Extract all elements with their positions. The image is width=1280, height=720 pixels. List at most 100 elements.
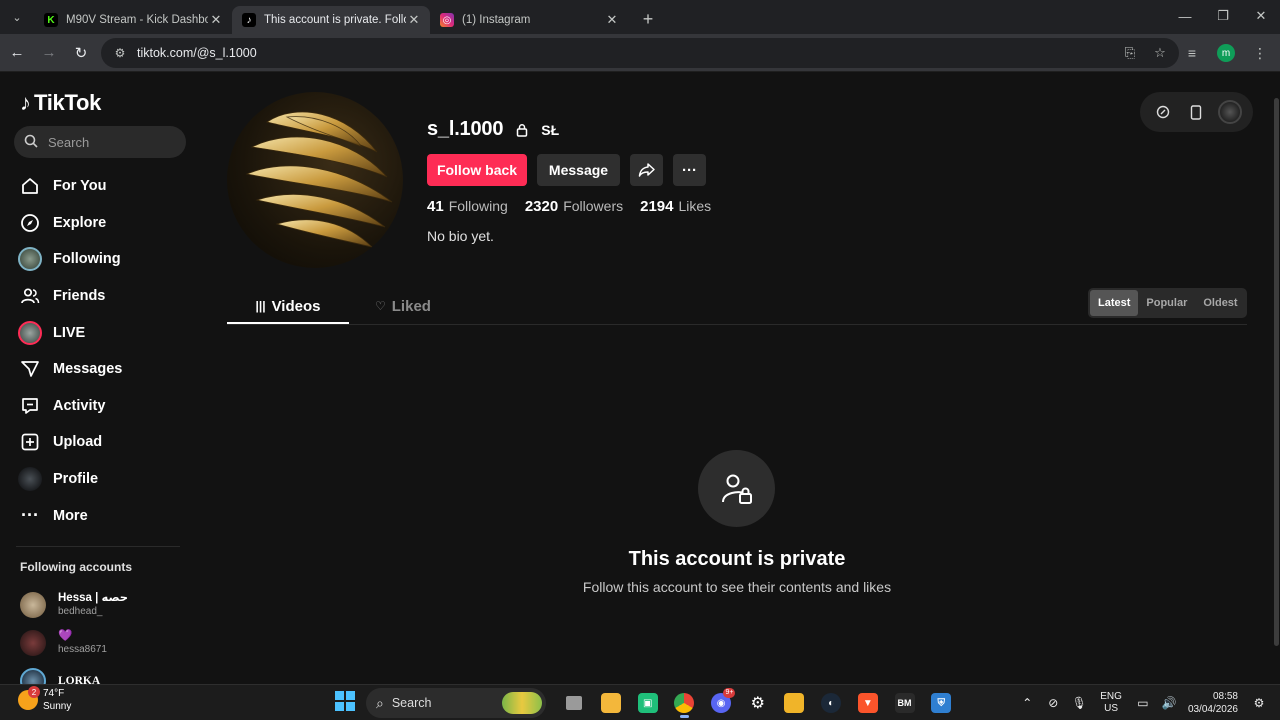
tab-title: (1) Instagram bbox=[462, 14, 531, 26]
stat-followers[interactable]: 2320 Followers bbox=[525, 198, 623, 215]
coins-icon[interactable] bbox=[1152, 101, 1174, 123]
task-view-icon[interactable] bbox=[556, 687, 593, 719]
notification-settings-icon[interactable]: ⚙ bbox=[1246, 690, 1272, 716]
bookmark-star-icon[interactable]: ☆ bbox=[1149, 42, 1171, 64]
ellipsis-icon: ··· bbox=[682, 161, 697, 179]
tab-label: Liked bbox=[391, 297, 431, 315]
stat-following[interactable]: 41 Following bbox=[427, 198, 508, 215]
tab-close-icon[interactable]: ✕ bbox=[604, 12, 620, 28]
sidebar-item-label: Explore bbox=[53, 214, 107, 231]
upload-icon bbox=[16, 428, 44, 456]
tab-title: This account is private. Follow t bbox=[264, 14, 406, 26]
scrollbar-thumb[interactable] bbox=[1274, 98, 1279, 646]
sidebar-item-upload[interactable]: Upload bbox=[16, 424, 186, 461]
display-icon[interactable]: ▭ bbox=[1130, 690, 1156, 716]
following-account-item[interactable]: 💜 hessa8671 bbox=[20, 624, 128, 662]
tab-title: M90V Stream - Kick Dashboard bbox=[66, 14, 208, 26]
tiktok-logo[interactable]: ♪ TikTok bbox=[20, 90, 101, 116]
discord-icon[interactable]: ◉ 9+ bbox=[703, 687, 740, 719]
private-account-icon bbox=[698, 450, 775, 527]
sidebar-divider bbox=[16, 546, 180, 547]
browser-tab-instagram[interactable]: ◎ (1) Instagram ✕ bbox=[430, 6, 628, 34]
microphone-icon[interactable]: 🎙 bbox=[1066, 690, 1092, 716]
private-subtitle: Follow this account to see their content… bbox=[582, 579, 892, 595]
sort-latest[interactable]: Latest bbox=[1090, 290, 1139, 316]
windows-start-icon[interactable] bbox=[335, 691, 355, 711]
sidebar-item-for-you[interactable]: For You bbox=[16, 168, 186, 205]
share-button[interactable] bbox=[630, 154, 663, 186]
following-accounts-list: Hessa | حصه bedhead_ 💜 hessa8671 LORKA bbox=[20, 586, 128, 684]
tab-close-icon[interactable]: ✕ bbox=[208, 12, 224, 28]
profile-avatar-icon[interactable]: m bbox=[1217, 44, 1235, 62]
restore-icon[interactable]: ❐ bbox=[1204, 0, 1242, 32]
file-explorer-icon[interactable] bbox=[593, 687, 630, 719]
close-window-icon[interactable]: ✕ bbox=[1242, 0, 1280, 32]
sidebar-item-messages[interactable]: Messages bbox=[16, 351, 186, 388]
stat-number: 2194 bbox=[640, 198, 674, 215]
search-input[interactable] bbox=[48, 134, 178, 150]
steelseries-icon[interactable]: ⚙ bbox=[739, 687, 776, 719]
media-queue-icon[interactable]: ≡ bbox=[1178, 38, 1206, 68]
shield-app-icon[interactable]: ⛨ bbox=[923, 687, 960, 719]
profile-username: s_l.1000 bbox=[427, 118, 504, 140]
minimize-icon[interactable]: — bbox=[1166, 0, 1204, 32]
follow-back-button[interactable]: Follow back bbox=[427, 154, 527, 186]
volume-icon[interactable]: 🔊 bbox=[1156, 690, 1182, 716]
page-scrollbar[interactable] bbox=[1272, 72, 1280, 684]
notes-app-icon[interactable] bbox=[776, 687, 813, 719]
message-button[interactable]: Message bbox=[537, 154, 620, 186]
address-bar[interactable]: ⚙ tiktok.com/@s_l.1000 ⎘ ☆ bbox=[101, 38, 1179, 68]
sidebar-item-more[interactable]: ··· More bbox=[16, 497, 186, 534]
get-app-icon[interactable] bbox=[1185, 101, 1207, 123]
sort-popular[interactable]: Popular bbox=[1138, 290, 1195, 316]
tab-close-icon[interactable]: ✕ bbox=[406, 12, 422, 28]
sidebar-item-profile[interactable]: Profile bbox=[16, 461, 186, 498]
new-tab-icon[interactable]: + bbox=[634, 5, 662, 33]
chevron-up-icon[interactable]: ⌃ bbox=[1014, 690, 1040, 716]
window-controls: — ❐ ✕ bbox=[1166, 0, 1280, 32]
browser-tab-tiktok[interactable]: ♪ This account is private. Follow t ✕ bbox=[232, 6, 430, 34]
clock[interactable]: 08:58 03/04/2026 bbox=[1188, 690, 1238, 716]
tiktok-note-icon: ♪ bbox=[20, 90, 31, 115]
url-text[interactable]: tiktok.com/@s_l.1000 bbox=[137, 46, 257, 60]
search-box[interactable] bbox=[14, 126, 186, 158]
browser-tab-kick[interactable]: K M90V Stream - Kick Dashboard ✕ bbox=[34, 6, 232, 34]
brave-icon[interactable]: ▼ bbox=[850, 687, 887, 719]
following-account-item[interactable]: LORKA bbox=[20, 662, 128, 684]
taskbar-search[interactable]: ⌕ Search bbox=[366, 688, 546, 718]
back-icon[interactable]: ← bbox=[2, 38, 32, 68]
tab-videos[interactable]: ||| Videos bbox=[227, 288, 349, 324]
sidebar-item-explore[interactable]: Explore bbox=[16, 205, 186, 242]
sort-oldest[interactable]: Oldest bbox=[1195, 290, 1245, 316]
profile-avatar-large[interactable] bbox=[227, 92, 403, 268]
network-off-icon[interactable]: ⊘ bbox=[1040, 690, 1066, 716]
sidebar-item-activity[interactable]: Activity bbox=[16, 388, 186, 425]
browser-tabbar: ⌄ K M90V Stream - Kick Dashboard ✕ ♪ Thi… bbox=[0, 0, 1280, 34]
weather-desc: Sunny bbox=[43, 701, 72, 712]
browser-menu-icon[interactable]: ⋮ bbox=[1246, 38, 1274, 68]
more-icon: ··· bbox=[21, 505, 39, 526]
sidebar-item-label: Friends bbox=[53, 288, 106, 305]
more-options-button[interactable]: ··· bbox=[673, 154, 706, 186]
sidebar-item-label: Activity bbox=[53, 397, 106, 414]
install-app-icon[interactable]: ⎘ bbox=[1119, 42, 1141, 64]
sidebar-item-friends[interactable]: Friends bbox=[16, 278, 186, 315]
site-info-icon[interactable]: ⚙ bbox=[109, 42, 131, 64]
account-avatar-icon[interactable] bbox=[1217, 100, 1242, 124]
steam-icon[interactable]: ◐ bbox=[813, 687, 850, 719]
forward-icon[interactable]: → bbox=[34, 38, 64, 68]
language-indicator[interactable]: ENG US bbox=[1100, 691, 1122, 715]
tab-liked[interactable]: ♡ Liked bbox=[375, 288, 431, 324]
lock-icon bbox=[515, 123, 529, 137]
chrome-icon[interactable] bbox=[666, 687, 703, 719]
stat-label: Following bbox=[448, 198, 508, 214]
weather-widget[interactable]: 2 74°F Sunny bbox=[18, 686, 72, 713]
android-app-icon[interactable]: ▣ bbox=[629, 687, 666, 719]
account-username: bedhead_ bbox=[58, 606, 103, 617]
reload-icon[interactable]: ↻ bbox=[66, 38, 96, 68]
tab-search-menu-icon[interactable]: ⌄ bbox=[0, 0, 34, 34]
sidebar-item-live[interactable]: LIVE bbox=[16, 314, 186, 351]
sidebar-item-following[interactable]: Following bbox=[16, 241, 186, 278]
bm-app-icon[interactable]: BM bbox=[886, 687, 923, 719]
following-account-item[interactable]: Hessa | حصه bedhead_ bbox=[20, 586, 128, 624]
